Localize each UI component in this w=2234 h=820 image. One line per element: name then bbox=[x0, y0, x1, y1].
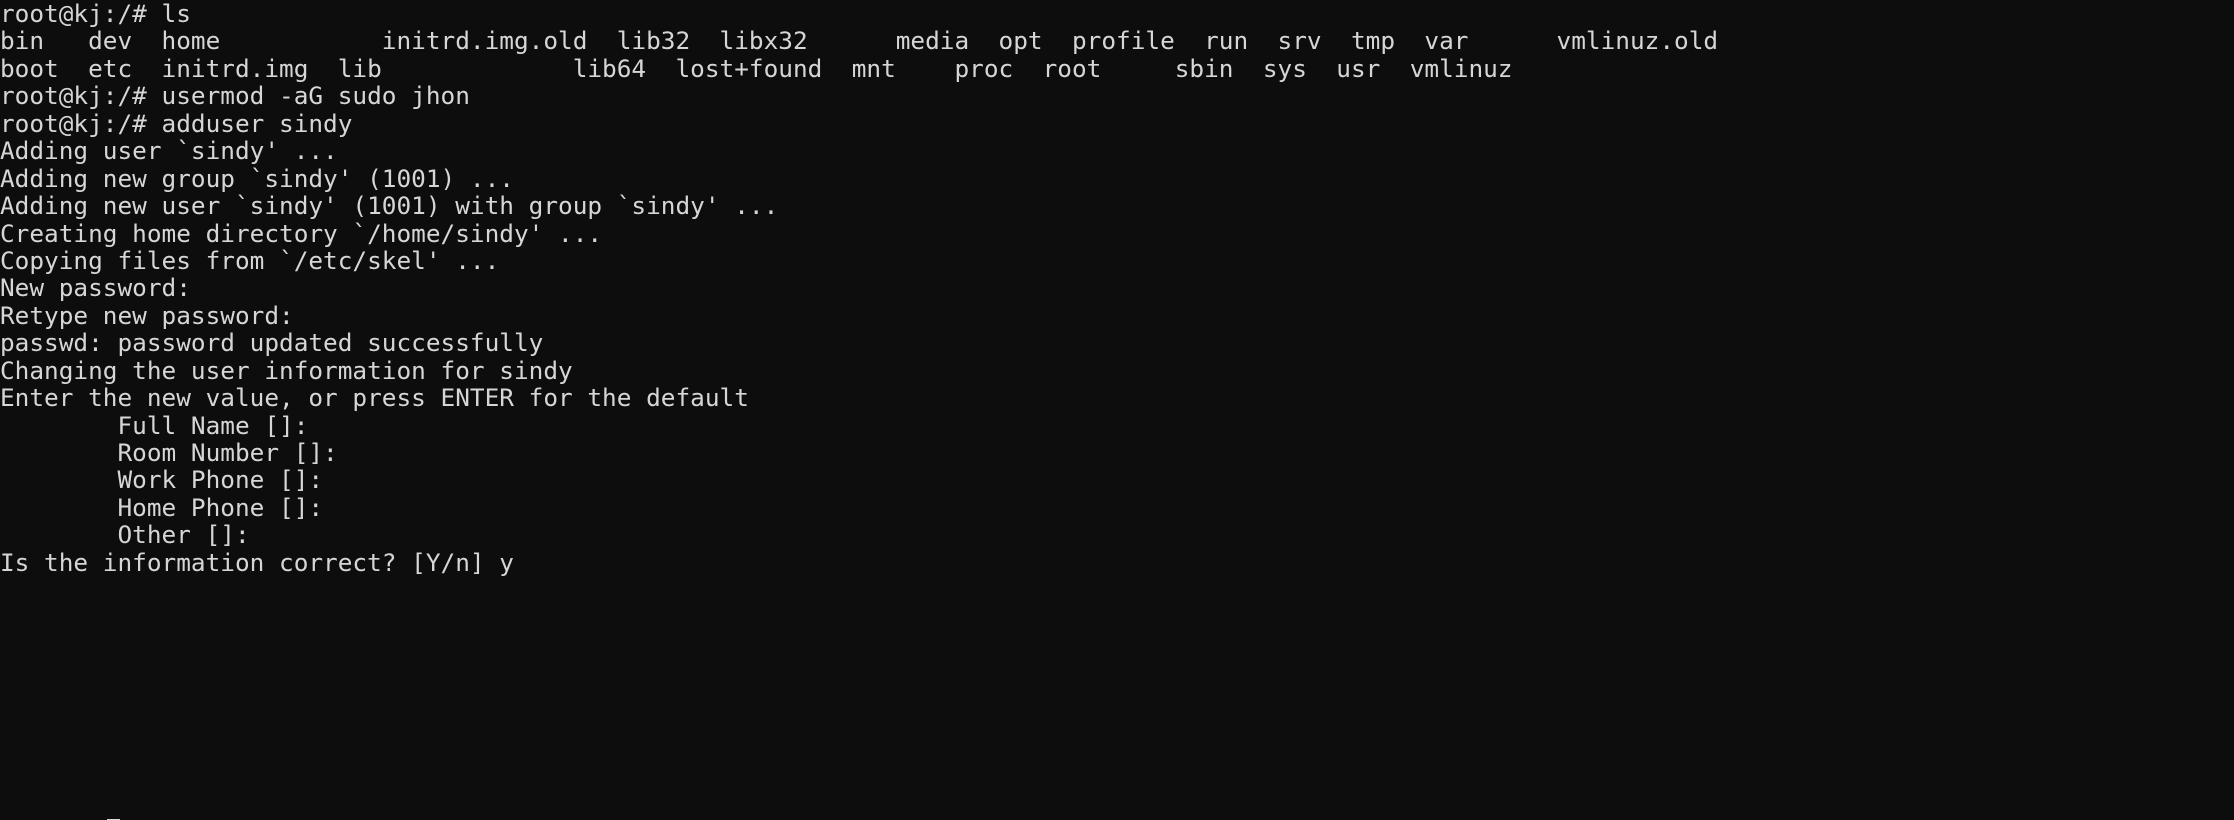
terminal-line-copying-skel: Copying files from `/etc/skel' ... bbox=[0, 245, 500, 275]
terminal-line-retype-password: Retype new password: bbox=[0, 300, 294, 330]
terminal-line-prompt-adduser: root@kj:/# adduser sindy bbox=[0, 108, 353, 138]
terminal-line-enter-new-value: Enter the new value, or press ENTER for … bbox=[0, 383, 749, 413]
terminal-line-passwd-updated: passwd: password updated successfully bbox=[0, 328, 544, 358]
terminal-line-adding-new-user: Adding new user `sindy' (1001) with grou… bbox=[0, 191, 779, 221]
terminal-cursor-row bbox=[0, 796, 120, 820]
terminal-line-is-info-correct: Is the information correct? [Y/n] y bbox=[0, 547, 514, 577]
terminal-line-work-phone: Work Phone []: bbox=[0, 465, 324, 495]
terminal-line-changing-info: Changing the user information for sindy bbox=[0, 355, 573, 385]
terminal-line-home-phone: Home Phone []: bbox=[0, 492, 324, 522]
terminal-line-ls-row2: boot etc initrd.img lib lib64 lost+found… bbox=[0, 53, 1513, 83]
terminal-line-full-name: Full Name []: bbox=[0, 410, 309, 440]
terminal-line-prompt-usermod: root@kj:/# usermod -aG sudo jhon bbox=[0, 81, 470, 111]
terminal-line-room-number: Room Number []: bbox=[0, 438, 338, 467]
terminal-line-other: Other []: bbox=[0, 520, 250, 550]
terminal-line-ls-row1: bin dev home initrd.img.old lib32 libx32… bbox=[0, 26, 1719, 56]
terminal-line-prompt-ls: root@kj:/# ls bbox=[0, 0, 191, 28]
terminal-screen[interactable]: root@kj:/# ls bin dev home initrd.img.ol… bbox=[0, 0, 2234, 820]
terminal-line-adding-user: Adding user `sindy' ... bbox=[0, 136, 338, 166]
terminal-line-creating-home: Creating home directory `/home/sindy' ..… bbox=[0, 218, 603, 248]
terminal-line-adding-group: Adding new group `sindy' (1001) ... bbox=[0, 163, 514, 193]
terminal-line-new-password: New password: bbox=[0, 273, 191, 303]
